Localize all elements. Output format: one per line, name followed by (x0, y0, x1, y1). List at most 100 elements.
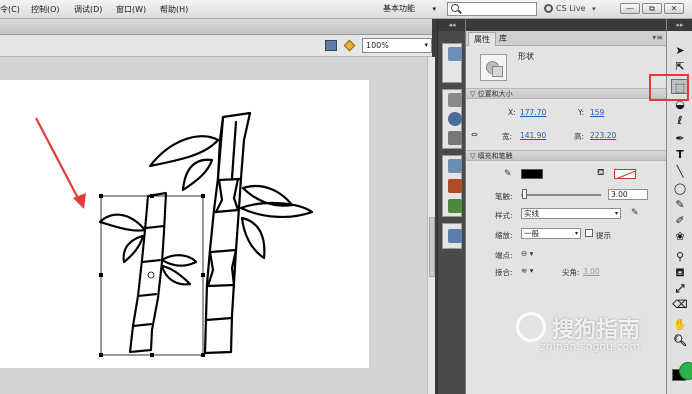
shape-preview-icon (480, 54, 507, 81)
tools-panel: ▸▸ ➤ ⇱ ⬚ ◒ ℓ ✒ T ╲ ◯ ✎ ✐ ❀ ⚲ ⛾ ⤢ ⌫ ✋ 🔍︎ (666, 19, 692, 394)
minimize-button[interactable]: — (620, 3, 640, 14)
menu-commands[interactable]: 令(C) (0, 4, 20, 15)
dock-group-align (442, 89, 462, 149)
cs-live-label: CS Live (556, 4, 586, 13)
close-button[interactable]: ✕ (664, 3, 684, 14)
style-label: 样式: (495, 211, 513, 220)
cs-live-button[interactable]: CS Live ▾ (544, 2, 614, 16)
lock-ratio-icon[interactable]: ⇔ (471, 130, 478, 139)
y-value[interactable]: 159 (590, 108, 604, 117)
3d-rotation-tool-icon[interactable]: ◒ (671, 97, 689, 112)
edit-stroke-style-icon[interactable]: ✎ (631, 208, 639, 218)
stroke-style-value: 实线 (524, 209, 539, 218)
menu-control[interactable]: 控制(O) (31, 4, 60, 15)
chevron-down-icon: ▾ (592, 5, 596, 13)
pencil-tool-icon[interactable]: ✎ (671, 197, 689, 212)
expand-tools-icon[interactable]: ▸▸ (667, 19, 692, 31)
cs-live-icon (544, 4, 553, 13)
line-tool-icon[interactable]: ╲ (671, 164, 689, 179)
height-label: 高: (574, 132, 585, 141)
section-fill-stroke[interactable]: ▽ 填充和笔触 (466, 150, 667, 161)
scale-label: 缩放: (495, 231, 513, 240)
free-transform-tool-icon[interactable]: ⬚ (671, 79, 689, 94)
hand-tool-icon[interactable]: ✋ (671, 317, 689, 332)
search-icon (451, 4, 459, 12)
zoom-value: 100% (366, 41, 389, 50)
x-label: X: (508, 108, 516, 117)
eyedropper-tool-icon[interactable]: ⤢ (671, 281, 689, 296)
edit-symbols-icon[interactable] (343, 39, 356, 52)
bone-tool-icon[interactable]: ⚲ (671, 249, 689, 264)
y-label: Y: (578, 108, 585, 117)
subselection-tool-icon[interactable]: ⇱ (671, 59, 689, 74)
info-icon[interactable] (448, 112, 462, 126)
stage-vertical-scrollbar[interactable] (427, 57, 435, 394)
chevron-down-icon: ▾ (424, 41, 428, 49)
document-tab-bar (0, 19, 432, 35)
oval-tool-icon[interactable]: ◯ (671, 181, 689, 196)
restore-button[interactable]: ⧉ (642, 3, 662, 14)
lasso-tool-icon[interactable]: ℓ (671, 113, 689, 128)
join-label: 接合: (495, 268, 513, 277)
align-icon[interactable] (448, 93, 462, 107)
pencil-icon: ✎ (504, 169, 512, 179)
stroke-width-label: 笔触: (495, 192, 513, 201)
tab-library[interactable]: 库 (494, 32, 512, 46)
expand-panels-icon[interactable]: ◂◂ (438, 19, 466, 31)
miter-label: 尖角: (562, 268, 580, 277)
join-select[interactable]: ≋ ▾ (521, 266, 533, 275)
menu-help[interactable]: 帮助(H) (160, 4, 188, 15)
dock-group-properties (442, 43, 462, 83)
panel-tabs: 属性 库 ▾≡ (466, 31, 667, 46)
scrollbar-thumb[interactable] (429, 217, 435, 277)
eraser-tool-icon[interactable]: ⌫ (671, 297, 689, 312)
zoom-tool-icon[interactable]: 🔍︎ (671, 333, 689, 348)
stage-canvas[interactable] (0, 80, 369, 368)
menu-debug[interactable]: 调试(D) (74, 4, 102, 15)
workspace-label: 基本功能 (383, 4, 415, 13)
panel-menu-icon[interactable]: ▾≡ (652, 33, 663, 42)
help-search-input[interactable] (447, 2, 537, 16)
menu-bar: 令(C) 控制(O) 调试(D) 窗口(W) 帮助(H) 基本功能 ▾ CS L… (0, 0, 692, 19)
brush-tool-icon[interactable]: ✐ (671, 213, 689, 228)
swatches-icon[interactable] (448, 199, 462, 213)
width-value[interactable]: 141.90 (520, 131, 546, 140)
miter-value: 3.00 (583, 267, 600, 276)
edit-scene-icon[interactable] (325, 40, 337, 51)
panel-title-bar (466, 19, 667, 31)
panel-dock: ◂◂ (437, 19, 466, 394)
height-value[interactable]: 223.20 (590, 131, 616, 140)
zoom-select[interactable]: 100% ▾ (362, 38, 432, 53)
text-tool-icon[interactable]: T (671, 147, 689, 162)
deco-tool-icon[interactable]: ❀ (671, 229, 689, 244)
dock-group-components (442, 223, 462, 249)
slider-handle[interactable] (522, 189, 527, 199)
watermark-url: zhinan.sogou.com (540, 340, 641, 353)
color-icon[interactable] (448, 179, 462, 193)
status-badge-icon (679, 362, 692, 380)
paint-bucket-icon: ⛾ (597, 168, 605, 178)
components-icon[interactable] (448, 229, 462, 243)
hint-checkbox[interactable] (585, 229, 593, 237)
cap-select[interactable]: ⊖ ▾ (521, 249, 533, 258)
dock-group-color (442, 155, 462, 217)
scale-select[interactable]: 一般 ▾ (521, 228, 581, 239)
selection-tool-icon[interactable]: ➤ (671, 43, 689, 58)
transform-icon[interactable] (448, 131, 462, 145)
pen-tool-icon[interactable]: ✒ (671, 131, 689, 146)
menu-window[interactable]: 窗口(W) (116, 4, 146, 15)
x-value[interactable]: 177.70 (520, 108, 546, 117)
paint-bucket-tool-icon[interactable]: ⛾ (671, 265, 689, 280)
stroke-width-slider[interactable] (521, 194, 601, 196)
stroke-style-select[interactable]: 实线 ▾ (521, 208, 621, 219)
tab-properties[interactable]: 属性 (468, 32, 496, 46)
fill-color-swatch[interactable] (614, 169, 636, 179)
scale-value: 一般 (524, 229, 539, 238)
stroke-color-swatch[interactable] (521, 169, 543, 179)
section-position-size[interactable]: ▽ 位置和大小 (466, 88, 667, 99)
properties-icon[interactable] (448, 47, 462, 61)
chevron-down-icon: ▾ (432, 5, 436, 13)
stroke-width-input[interactable]: 3.00 (608, 189, 648, 200)
library-icon[interactable] (448, 159, 462, 173)
workspace-switcher[interactable]: 基本功能 ▾ (383, 2, 438, 16)
